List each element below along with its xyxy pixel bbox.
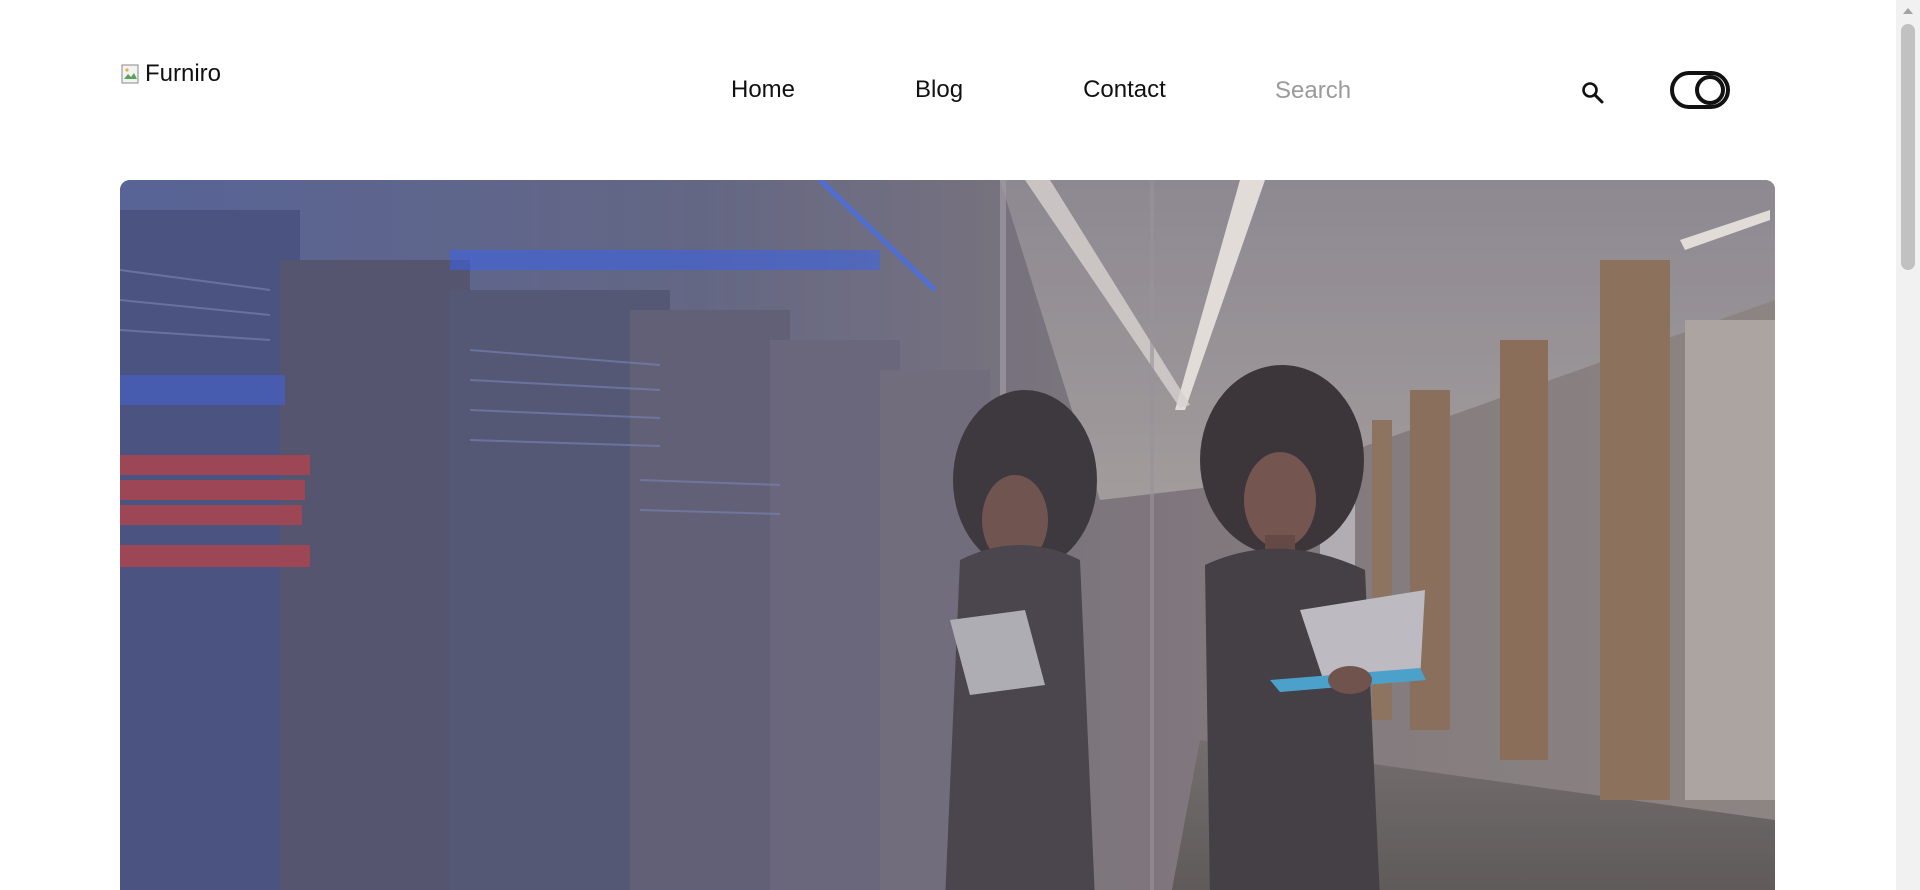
search-input[interactable]	[1275, 74, 1565, 108]
logo-alt-text: Furniro	[145, 60, 222, 87]
scroll-up-arrow-icon[interactable]	[1903, 8, 1913, 14]
scroll-thumb[interactable]	[1901, 24, 1915, 270]
theme-toggle-knob	[1695, 75, 1725, 105]
nav-link-blog[interactable]: Blog	[915, 76, 963, 104]
nav-link-contact[interactable]: Contact	[1083, 76, 1166, 104]
broken-image-icon	[120, 62, 144, 86]
site-header: Furniro Home Blog Contact	[0, 0, 1896, 180]
main-nav: Home Blog Contact	[731, 76, 1166, 104]
theme-toggle-icon[interactable]	[1670, 71, 1730, 109]
page-scrollbar[interactable]	[1896, 0, 1920, 890]
logo-link[interactable]: Furniro	[120, 60, 221, 88]
search-icon[interactable]	[1580, 80, 1606, 106]
hero-image	[120, 180, 1775, 890]
page: Furniro Home Blog Contact	[0, 0, 1920, 890]
nav-link-home[interactable]: Home	[731, 76, 795, 104]
hero-illustration	[120, 180, 1775, 890]
